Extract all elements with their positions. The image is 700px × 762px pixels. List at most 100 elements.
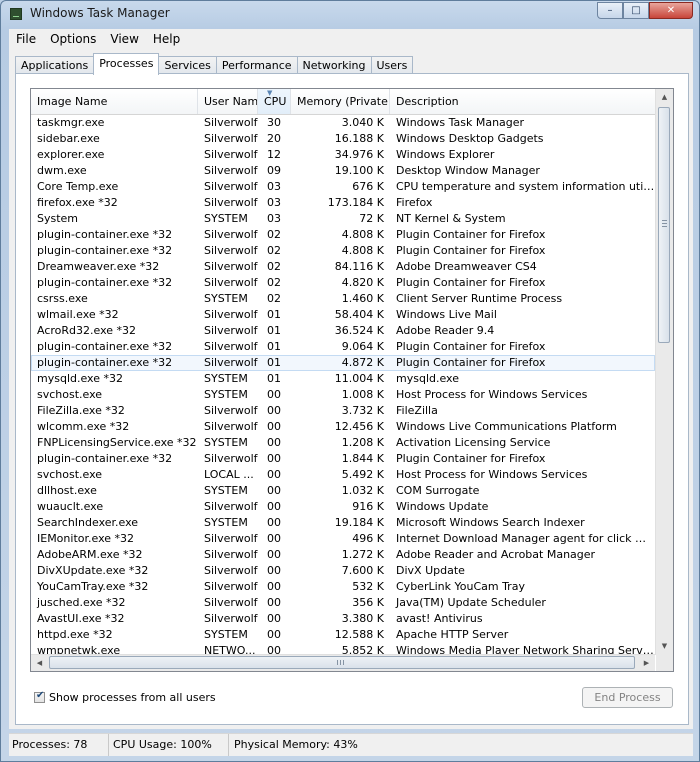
process-user-name: Silverwolf: [204, 356, 258, 369]
scroll-up-arrow-icon[interactable]: ▲: [656, 89, 673, 106]
process-row[interactable]: DivXUpdate.exe *32 Silverwolf 00 7.600 K Div…: [31, 563, 655, 579]
sort-descending-icon: ▼: [267, 89, 273, 97]
menu-bar: File Options View Help: [9, 29, 693, 50]
process-row[interactable]: explorer.exe Silverwolf 12 34.976 K Windows …: [31, 147, 655, 163]
process-description: mysqld.exe: [396, 372, 459, 385]
process-user-name: Silverwolf: [204, 580, 258, 593]
process-row[interactable]: mysqld.exe *32 SYSTEM 01 11.004 K mysqld.exe: [31, 371, 655, 387]
process-row[interactable]: Core Temp.exe Silverwolf 03 676 K CPU temper…: [31, 179, 655, 195]
process-user-name: Silverwolf: [204, 164, 258, 177]
process-row[interactable]: wuauclt.exe Silverwolf 00 916 K Windows Upda…: [31, 499, 655, 515]
process-image-name: AdobeARM.exe *32: [37, 548, 143, 561]
process-row[interactable]: System SYSTEM 03 72 K NT Kernel & System: [31, 211, 655, 227]
process-row[interactable]: sidebar.exe Silverwolf 20 16.188 K Windows D…: [31, 131, 655, 147]
process-user-name: Silverwolf: [204, 404, 258, 417]
process-row[interactable]: wlcomm.exe *32 Silverwolf 00 12.456 K Window…: [31, 419, 655, 435]
process-row[interactable]: svchost.exe LOCAL ... 00 5.492 K Host Proces…: [31, 467, 655, 483]
show-all-users-checkbox[interactable]: ✔: [34, 690, 45, 703]
process-user-name: Silverwolf: [204, 132, 258, 145]
end-process-button[interactable]: End Process: [582, 687, 673, 708]
process-row[interactable]: dwm.exe Silverwolf 09 19.100 K Desktop Windo…: [31, 163, 655, 179]
tab-processes[interactable]: Processes: [93, 53, 160, 75]
process-memory: 3.732 K: [341, 404, 384, 417]
process-cpu: 00: [267, 516, 281, 529]
process-image-name: plugin-container.exe *32: [37, 276, 173, 289]
process-row[interactable]: csrss.exe SYSTEM 02 1.460 K Client Server Ru…: [31, 291, 655, 307]
show-all-users-option[interactable]: ✔ Show processes from all users: [34, 690, 216, 704]
maximize-button[interactable]: □: [623, 2, 649, 19]
vertical-scroll-thumb[interactable]: [658, 107, 670, 343]
process-memory: 12.588 K: [334, 628, 384, 641]
process-row[interactable]: taskmgr.exe Silverwolf 30 3.040 K Windows Ta…: [31, 115, 655, 131]
process-row[interactable]: AdobeARM.exe *32 Silverwolf 00 1.272 K Adobe…: [31, 547, 655, 563]
process-user-name: Silverwolf: [204, 228, 258, 241]
process-list[interactable]: Image Name User Name ▼ CPU Memory (Priva…: [30, 88, 674, 672]
process-row[interactable]: plugin-container.exe *32 Silverwolf 00 1.84…: [31, 451, 655, 467]
process-row[interactable]: plugin-container.exe *32 Silverwolf 02 4.82…: [31, 275, 655, 291]
menu-help[interactable]: Help: [146, 32, 187, 46]
client-area: Applications Processes Services Performa…: [9, 49, 693, 729]
process-row[interactable]: httpd.exe *32 SYSTEM 00 12.588 K Apache HTTP…: [31, 627, 655, 643]
process-user-name: Silverwolf: [204, 196, 258, 209]
horizontal-scroll-thumb[interactable]: [49, 656, 635, 669]
scroll-down-arrow-icon[interactable]: ▼: [656, 638, 673, 655]
process-row[interactable]: svchost.exe SYSTEM 00 1.008 K Host Process f…: [31, 387, 655, 403]
column-header-user-name[interactable]: User Name: [198, 89, 258, 114]
process-memory: 1.008 K: [341, 388, 384, 401]
process-image-name: svchost.exe: [37, 468, 103, 481]
process-memory: 11.004 K: [334, 372, 384, 385]
process-row[interactable]: plugin-container.exe *32 Silverwolf 01 9.06…: [31, 339, 655, 355]
process-user-name: Silverwolf: [204, 324, 258, 337]
process-row[interactable]: plugin-container.exe *32 Silverwolf 01 4.87…: [31, 355, 655, 371]
minimize-button[interactable]: –: [597, 2, 623, 19]
process-row[interactable]: Dreamweaver.exe *32 Silverwolf 02 84.116 K A…: [31, 259, 655, 275]
process-memory: 1.844 K: [341, 452, 384, 465]
column-header-cpu[interactable]: ▼ CPU: [258, 89, 291, 114]
process-row[interactable]: FileZilla.exe *32 Silverwolf 00 3.732 K File…: [31, 403, 655, 419]
process-cpu: 00: [267, 628, 281, 641]
scroll-right-arrow-icon[interactable]: ▶: [638, 655, 655, 671]
vertical-scrollbar[interactable]: ▲ ▼: [655, 89, 673, 655]
process-user-name: Silverwolf: [204, 260, 258, 273]
process-cpu: 09: [267, 164, 281, 177]
process-memory: 58.404 K: [334, 308, 384, 321]
process-row[interactable]: plugin-container.exe *32 Silverwolf 02 4.80…: [31, 227, 655, 243]
process-row[interactable]: AcroRd32.exe *32 Silverwolf 01 36.524 K Adob…: [31, 323, 655, 339]
process-cpu: 00: [267, 404, 281, 417]
process-row[interactable]: FNPLicensingService.exe *32 SYSTEM 00 1.208…: [31, 435, 655, 451]
process-row[interactable]: plugin-container.exe *32 Silverwolf 02 4.80…: [31, 243, 655, 259]
menu-view[interactable]: View: [103, 32, 145, 46]
process-description: Windows Live Mail: [396, 308, 497, 321]
process-description: Plugin Container for Firefox: [396, 244, 546, 257]
close-button[interactable]: ✕: [649, 2, 693, 19]
process-row[interactable]: IEMonitor.exe *32 Silverwolf 00 496 K Intern…: [31, 531, 655, 547]
process-memory: 1.460 K: [341, 292, 384, 305]
processes-panel: Image Name User Name ▼ CPU Memory (Priva…: [15, 73, 689, 725]
process-cpu: 01: [267, 356, 281, 369]
process-row[interactable]: YouCamTray.exe *32 Silverwolf 00 532 K Cyber…: [31, 579, 655, 595]
process-row[interactable]: AvastUI.exe *32 Silverwolf 00 3.380 K avast!…: [31, 611, 655, 627]
process-description: Host Process for Windows Services: [396, 468, 588, 481]
horizontal-scrollbar[interactable]: ◀ ▶: [31, 654, 655, 671]
process-description: Activation Licensing Service: [396, 436, 551, 449]
process-description: Microsoft Windows Search Indexer: [396, 516, 585, 529]
process-row[interactable]: dllhost.exe SYSTEM 00 1.032 K COM Surrogate: [31, 483, 655, 499]
process-row[interactable]: firefox.exe *32 Silverwolf 03 173.184 K Fire…: [31, 195, 655, 211]
column-header-description[interactable]: Description: [390, 89, 655, 114]
process-memory: 3.040 K: [341, 116, 384, 129]
process-description: Java(TM) Update Scheduler: [396, 596, 546, 609]
process-cpu: 02: [267, 244, 281, 257]
column-header-memory[interactable]: Memory (Private ...: [291, 89, 390, 114]
process-memory: 4.872 K: [341, 356, 384, 369]
process-image-name: svchost.exe: [37, 388, 103, 401]
process-memory: 356 K: [352, 596, 384, 609]
scroll-left-arrow-icon[interactable]: ◀: [31, 655, 48, 671]
process-row[interactable]: jusched.exe *32 Silverwolf 00 356 K Java(TM)…: [31, 595, 655, 611]
show-all-users-label[interactable]: Show processes from all users: [49, 691, 216, 704]
process-row[interactable]: SearchIndexer.exe SYSTEM 00 19.184 K Microso…: [31, 515, 655, 531]
process-row[interactable]: wlmail.exe *32 Silverwolf 01 58.404 K Window…: [31, 307, 655, 323]
title-bar[interactable]: Windows Task Manager – □ ✕: [1, 1, 699, 28]
column-header-image-name[interactable]: Image Name: [31, 89, 198, 114]
menu-options[interactable]: Options: [43, 32, 103, 46]
menu-file[interactable]: File: [9, 32, 43, 46]
